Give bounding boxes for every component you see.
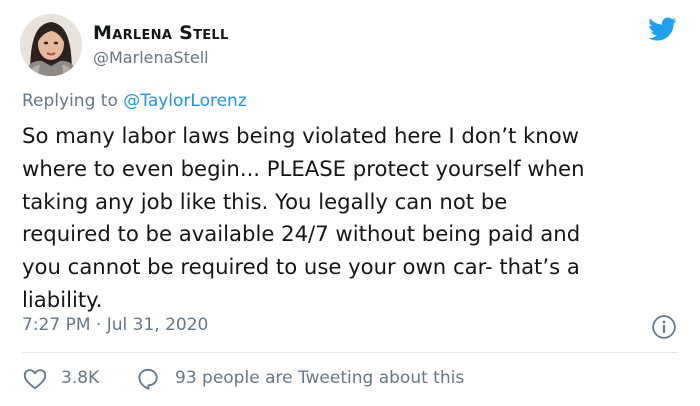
tweet-card: Marlena Stell @MarlenaStell Replying to … bbox=[0, 0, 700, 406]
replying-to-mention[interactable]: @TaylorLorenz bbox=[123, 91, 247, 111]
author-display-name[interactable]: Marlena Stell bbox=[93, 22, 229, 44]
replying-to: Replying to @TaylorLorenz bbox=[22, 91, 247, 111]
tweet-text: So many labor laws being violated here I… bbox=[22, 120, 682, 317]
avatar-image bbox=[20, 14, 82, 76]
info-icon[interactable] bbox=[651, 314, 677, 340]
like-count[interactable]: 3.8K bbox=[61, 368, 99, 388]
tweet-text-line: you cannot be required to use your own c… bbox=[22, 254, 580, 280]
tweet-text-line: required to be available 24/7 without be… bbox=[22, 221, 581, 247]
tweet-timestamp[interactable]: 7:27 PM · Jul 31, 2020 bbox=[22, 315, 208, 335]
divider bbox=[22, 352, 678, 353]
tweet-text-line: So many labor laws being violated here I… bbox=[22, 123, 580, 148]
speech-bubble-icon[interactable] bbox=[135, 366, 161, 392]
twitter-bird-icon[interactable] bbox=[645, 14, 679, 44]
author-handle[interactable]: @MarlenaStell bbox=[93, 48, 209, 67]
heart-icon[interactable] bbox=[22, 366, 48, 392]
tweet-text-line: where to even begin... PLEASE protect yo… bbox=[22, 155, 585, 181]
conversation-link[interactable]: 93 people are Tweeting about this bbox=[175, 368, 464, 388]
replying-to-label: Replying to bbox=[22, 91, 124, 111]
avatar[interactable] bbox=[20, 14, 82, 76]
tweet-text-line: liability. bbox=[22, 286, 103, 312]
tweet-text-line: taking any job like this. You legally ca… bbox=[22, 188, 508, 214]
